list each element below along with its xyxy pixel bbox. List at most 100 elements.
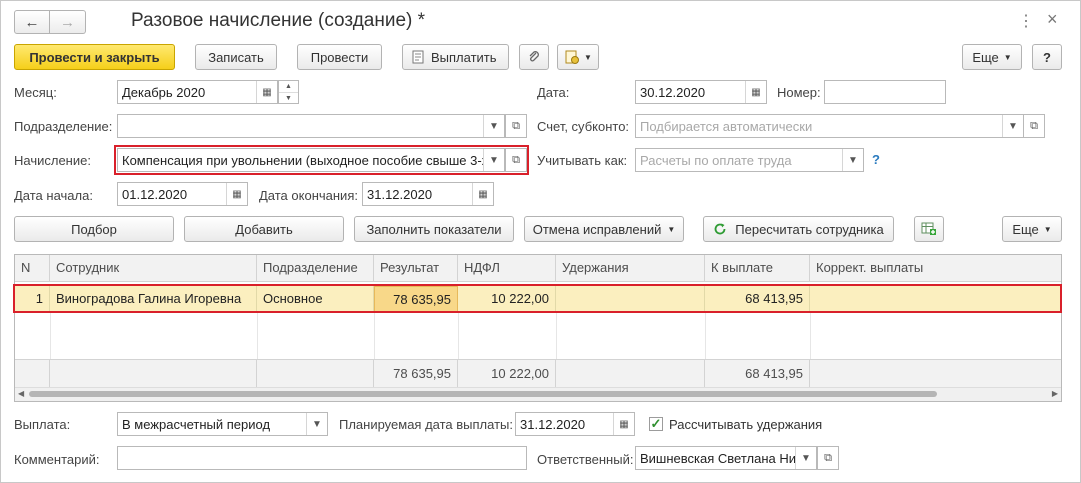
add-button[interactable]: Добавить: [184, 216, 344, 242]
pick-button[interactable]: Подбор: [14, 216, 174, 242]
forward-button[interactable]: →: [50, 10, 86, 34]
recalculate-employee-button[interactable]: Пересчитать сотрудника: [703, 216, 894, 242]
chevron-down-icon: ▼: [1003, 52, 1012, 62]
calendar-icon[interactable]: ▦: [745, 81, 766, 103]
account-placeholder: Подбирается автоматически: [640, 118, 813, 134]
accrual-highlight: [114, 145, 529, 175]
accruals-table[interactable]: N Сотрудник Подразделение Результат НДФЛ…: [14, 254, 1062, 402]
calendar-icon[interactable]: ▦: [472, 183, 493, 205]
help-button[interactable]: ?: [1032, 44, 1062, 70]
column-divider: [50, 312, 51, 359]
spin-up-icon[interactable]: ▲: [279, 81, 298, 93]
post-and-close-button[interactable]: Провести и закрыть: [14, 44, 175, 70]
paperclip-icon: [529, 51, 539, 62]
planned-date-field[interactable]: 31.12.2020 ▦: [515, 412, 635, 436]
date-field[interactable]: 30.12.2020 ▦: [635, 80, 767, 104]
document-window: ← → Разовое начисление (создание) * ⋮ × …: [0, 0, 1081, 483]
account-open-button[interactable]: ⧉: [1023, 114, 1045, 138]
month-label: Месяц:: [14, 85, 57, 100]
chevron-down-icon[interactable]: ▼: [306, 413, 327, 435]
print-menu-button[interactable]: ▼: [557, 44, 599, 70]
arrow-left-icon: ←: [24, 13, 40, 31]
save-button[interactable]: Записать: [195, 44, 277, 70]
horizontal-scrollbar[interactable]: ◀ ▶: [15, 387, 1061, 401]
column-divider: [556, 312, 557, 359]
calc-deductions-label[interactable]: Рассчитывать удержания: [669, 417, 822, 432]
table-add-icon: [921, 222, 936, 235]
pay-button[interactable]: Выплатить: [402, 44, 509, 70]
more-button[interactable]: Еще ▼: [962, 44, 1022, 70]
total-employee: [50, 360, 257, 388]
division-label: Подразделение:: [14, 119, 113, 134]
responsible-open-button[interactable]: ⧉: [817, 446, 839, 470]
start-date-field[interactable]: 01.12.2020 ▦: [117, 182, 248, 206]
cancel-corrections-button[interactable]: Отмена исправлений ▼: [524, 216, 684, 242]
pay-button-label: Выплатить: [431, 49, 497, 65]
arrow-right-icon: →: [60, 13, 75, 31]
chevron-down-icon[interactable]: ▼: [483, 115, 504, 137]
column-divider: [257, 312, 258, 359]
payout-field[interactable]: В межрасчетный период ▼: [117, 412, 328, 436]
total-deductions: [556, 360, 705, 388]
chevron-down-icon: ▼: [1043, 224, 1052, 234]
column-divider: [705, 312, 706, 359]
account-as-field[interactable]: Расчеты по оплате труда ▼: [635, 148, 864, 172]
col-deductions[interactable]: Удержания: [556, 255, 705, 281]
cancel-corrections-label: Отмена исправлений: [532, 221, 662, 237]
division-field[interactable]: ▼: [117, 114, 505, 138]
end-date-label: Дата окончания:: [259, 188, 358, 203]
chevron-down-icon: ▼: [584, 52, 592, 62]
comment-field[interactable]: [117, 446, 527, 470]
total-ndfl: 10 222,00: [458, 360, 556, 388]
planned-date-label: Планируемая дата выплаты:: [339, 417, 513, 432]
calc-deductions-checkbox[interactable]: ✓: [649, 416, 663, 431]
col-n[interactable]: N: [15, 255, 50, 281]
fill-indicators-button[interactable]: Заполнить показатели: [354, 216, 514, 242]
account-as-label: Учитывать как:: [537, 153, 628, 168]
help-question-icon[interactable]: ?: [872, 152, 880, 167]
close-icon[interactable]: ×: [1047, 9, 1058, 30]
back-button[interactable]: ←: [14, 10, 50, 34]
chevron-down-icon[interactable]: ▼: [795, 447, 816, 469]
end-date-field[interactable]: 31.12.2020 ▦: [362, 182, 494, 206]
number-field[interactable]: [824, 80, 946, 104]
more-menu-icon[interactable]: ⋮: [1018, 11, 1034, 31]
attach-button[interactable]: [519, 44, 549, 70]
print-form-icon: [565, 50, 580, 64]
division-open-button[interactable]: ⧉: [505, 114, 527, 138]
chevron-down-icon[interactable]: ▼: [1002, 115, 1023, 137]
document-icon: [412, 50, 424, 64]
start-date-value: 01.12.2020: [122, 186, 188, 202]
calendar-icon[interactable]: ▦: [226, 183, 247, 205]
scroll-right-icon[interactable]: ▶: [1052, 389, 1058, 398]
date-value: 30.12.2020: [640, 84, 706, 100]
col-correction[interactable]: Коррект. выплаты: [810, 255, 1061, 281]
col-division[interactable]: Подразделение: [257, 255, 374, 281]
chevron-down-icon[interactable]: ▼: [842, 149, 863, 171]
spin-down-icon[interactable]: ▼: [279, 93, 298, 104]
date-label: Дата:: [537, 85, 570, 100]
month-value: Декабрь 2020: [122, 84, 206, 100]
col-ndfl[interactable]: НДФЛ: [458, 255, 556, 281]
payout-label: Выплата:: [14, 417, 71, 432]
total-division: [257, 360, 374, 388]
payout-value: В межрасчетный период: [122, 416, 271, 432]
scroll-left-icon[interactable]: ◀: [18, 389, 24, 398]
calendar-icon[interactable]: ▦: [256, 81, 277, 103]
col-to-pay[interactable]: К выплате: [705, 255, 810, 281]
responsible-field[interactable]: Вишневская Светлана Ни ▼: [635, 446, 817, 470]
calendar-icon[interactable]: ▦: [613, 413, 634, 435]
start-date-label: Дата начала:: [14, 188, 93, 203]
post-button[interactable]: Провести: [297, 44, 382, 70]
table-more-button[interactable]: Еще ▼: [1002, 216, 1062, 242]
scrollbar-thumb[interactable]: [29, 391, 937, 397]
window-title: Разовое начисление (создание) *: [131, 10, 426, 31]
end-date-value: 31.12.2020: [367, 186, 433, 202]
month-spinner[interactable]: ▲ ▼: [278, 80, 299, 104]
account-field[interactable]: Подбирается автоматически ▼: [635, 114, 1024, 138]
month-field[interactable]: Декабрь 2020 ▦: [117, 80, 278, 104]
col-employee[interactable]: Сотрудник: [50, 255, 257, 281]
chevron-down-icon: ▼: [667, 224, 676, 234]
col-result[interactable]: Результат: [374, 255, 458, 281]
add-table-button[interactable]: [914, 216, 944, 242]
